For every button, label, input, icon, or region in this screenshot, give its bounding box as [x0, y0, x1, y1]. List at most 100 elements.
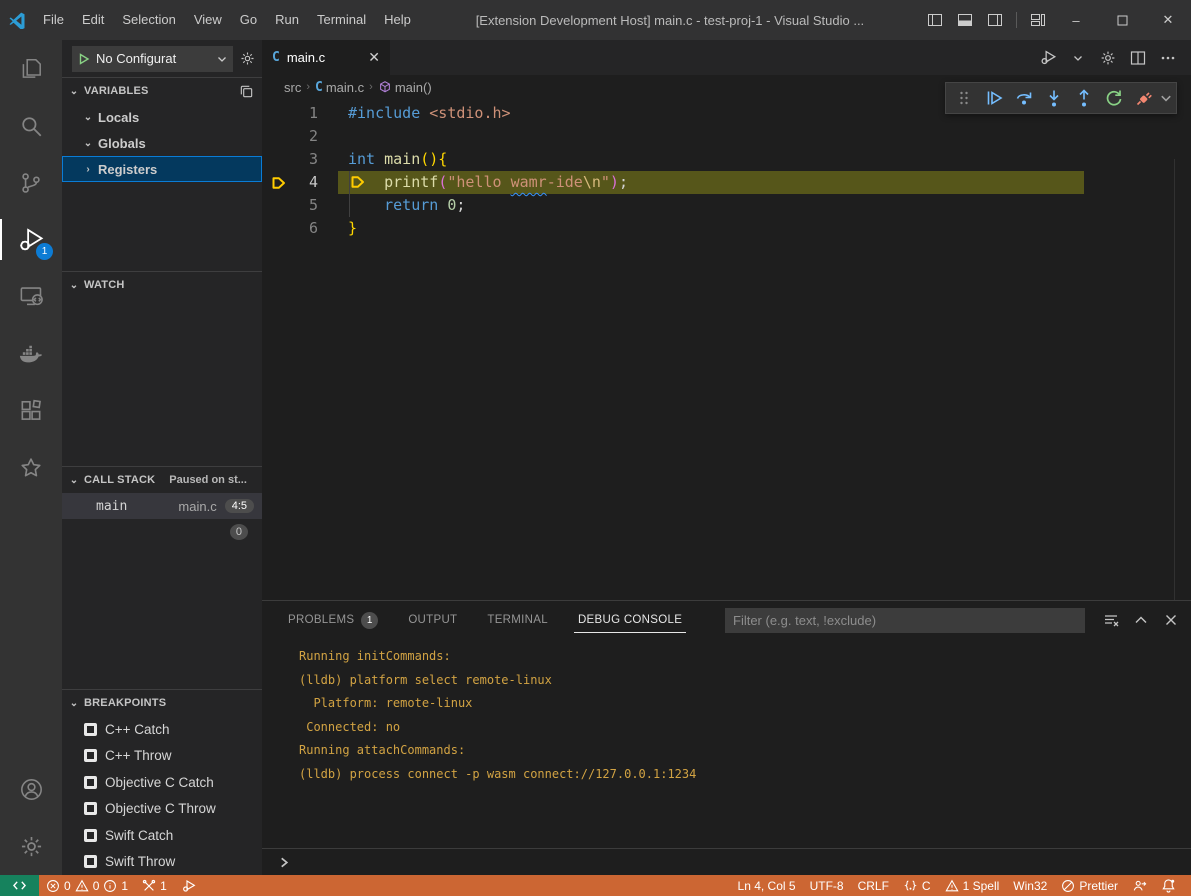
- breakpoints-header[interactable]: ⌄ BREAKPOINTS: [62, 690, 262, 716]
- notifications-bell-icon[interactable]: [1154, 875, 1183, 896]
- problems-status[interactable]: 0 0 1: [39, 875, 135, 896]
- debug-step-out-icon[interactable]: [1070, 84, 1098, 112]
- thread-row[interactable]: 0: [62, 519, 262, 545]
- customize-layout-icon[interactable]: [1023, 0, 1053, 40]
- breadcrumb-symbol[interactable]: main(): [395, 80, 432, 95]
- language-mode[interactable]: C: [896, 875, 938, 896]
- debug-step-into-icon[interactable]: [1040, 84, 1068, 112]
- activity-extensions-icon[interactable]: [0, 382, 62, 439]
- menu-view[interactable]: View: [185, 0, 231, 40]
- tab-terminal[interactable]: TERMINAL: [483, 601, 552, 639]
- menu-run[interactable]: Run: [266, 0, 308, 40]
- glyph-margin[interactable]: [262, 102, 296, 125]
- tab-main-c[interactable]: C main.c ✕: [262, 40, 390, 75]
- eol-status[interactable]: CRLF: [851, 875, 896, 896]
- breakpoint-cpp-catch[interactable]: C++ Catch: [62, 716, 262, 743]
- cursor-position[interactable]: Ln 4, Col 5: [731, 875, 803, 896]
- spell-checker-status[interactable]: 1 Spell: [938, 875, 1007, 896]
- debug-status-icon[interactable]: [174, 875, 204, 896]
- close-window-button[interactable]: ✕: [1145, 0, 1191, 40]
- breakpoint-cpp-throw[interactable]: C++ Throw: [62, 743, 262, 770]
- menu-go[interactable]: Go: [231, 0, 266, 40]
- code-line[interactable]: 2: [262, 125, 1191, 148]
- more-actions-icon[interactable]: [1155, 45, 1181, 71]
- split-editor-icon[interactable]: [1125, 45, 1151, 71]
- maximize-button[interactable]: [1099, 0, 1145, 40]
- activity-docker-icon[interactable]: [0, 325, 62, 382]
- glyph-margin[interactable]: [262, 125, 296, 148]
- menu-edit[interactable]: Edit: [73, 0, 113, 40]
- remote-indicator[interactable]: [0, 875, 39, 896]
- menu-selection[interactable]: Selection: [113, 0, 184, 40]
- platform-status[interactable]: Win32: [1006, 875, 1054, 896]
- glyph-margin[interactable]: [262, 148, 296, 171]
- editor-scrollbar[interactable]: [1174, 159, 1175, 600]
- toolbar-drag-grip[interactable]: [950, 84, 978, 112]
- account-icon[interactable]: [0, 761, 62, 818]
- watch-header[interactable]: ⌄ WATCH: [62, 272, 262, 298]
- tab-output[interactable]: OUTPUT: [404, 601, 461, 639]
- variables-item-registers[interactable]: › Registers: [62, 156, 262, 182]
- code-line[interactable]: 3int main(){: [262, 148, 1191, 171]
- feedback-icon[interactable]: [1125, 875, 1154, 896]
- checkbox-unchecked[interactable]: [84, 829, 97, 842]
- breakpoint-objc-throw[interactable]: Objective C Throw: [62, 796, 262, 823]
- maximize-panel-icon[interactable]: [1129, 608, 1153, 632]
- call-stack-header[interactable]: ⌄ CALL STACK Paused on st...: [62, 467, 262, 493]
- code-line[interactable]: 5 return 0;: [262, 194, 1191, 217]
- breakpoint-objc-catch[interactable]: Objective C Catch: [62, 769, 262, 796]
- stack-frame-row[interactable]: main main.c 4:5: [62, 493, 262, 519]
- debug-console-input[interactable]: [262, 848, 1191, 875]
- console-filter-input[interactable]: [725, 608, 1085, 633]
- settings-gear-icon[interactable]: [0, 818, 62, 875]
- activity-source-control-icon[interactable]: [0, 154, 62, 211]
- code-line-current[interactable]: 4 printf("hello wamr-ide\n");: [262, 171, 1191, 194]
- run-or-debug-button[interactable]: [1035, 45, 1061, 71]
- encoding-status[interactable]: UTF-8: [803, 875, 851, 896]
- toggle-sidebar-icon[interactable]: [920, 0, 950, 40]
- glyph-margin[interactable]: [262, 217, 296, 240]
- breakpoint-swift-throw[interactable]: Swift Throw: [62, 849, 262, 876]
- editor-settings-gear-icon[interactable]: [1095, 45, 1121, 71]
- menu-help[interactable]: Help: [375, 0, 420, 40]
- debug-configuration-dropdown[interactable]: No Configurat: [72, 46, 233, 72]
- checkbox-unchecked[interactable]: [84, 749, 97, 762]
- checkbox-unchecked[interactable]: [84, 776, 97, 789]
- activity-explorer-icon[interactable]: [0, 40, 62, 97]
- formatter-status[interactable]: Prettier: [1054, 875, 1125, 896]
- ports-status[interactable]: 1: [135, 875, 174, 896]
- checkbox-unchecked[interactable]: [84, 802, 97, 815]
- breakpoint-swift-catch[interactable]: Swift Catch: [62, 822, 262, 849]
- activity-search-icon[interactable]: [0, 97, 62, 154]
- glyph-margin[interactable]: [262, 194, 296, 217]
- tab-debug-console[interactable]: DEBUG CONSOLE: [574, 601, 686, 639]
- chevron-down-icon[interactable]: [1160, 92, 1172, 104]
- menu-file[interactable]: File: [34, 0, 73, 40]
- debug-disconnect-icon[interactable]: [1130, 84, 1158, 112]
- close-tab-icon[interactable]: ✕: [368, 49, 380, 66]
- variables-item-locals[interactable]: ⌄ Locals: [62, 104, 262, 130]
- variables-header[interactable]: ⌄ VARIABLES: [62, 78, 262, 104]
- toggle-secondary-sidebar-icon[interactable]: [980, 0, 1010, 40]
- activity-favorites-star-icon[interactable]: [0, 439, 62, 496]
- menu-terminal[interactable]: Terminal: [308, 0, 375, 40]
- variables-item-globals[interactable]: ⌄ Globals: [62, 130, 262, 156]
- breadcrumb-src[interactable]: src: [284, 80, 301, 95]
- activity-run-and-debug-icon[interactable]: 1: [0, 211, 62, 268]
- tab-problems[interactable]: PROBLEMS 1: [284, 601, 382, 639]
- breadcrumb-file[interactable]: main.c: [326, 80, 364, 95]
- toggle-panel-icon[interactable]: [950, 0, 980, 40]
- open-launch-config-gear-icon[interactable]: [239, 50, 256, 67]
- code-editor[interactable]: 1#include <stdio.h>23int main(){4 printf…: [262, 99, 1191, 600]
- activity-remote-explorer-icon[interactable]: [0, 268, 62, 325]
- clear-console-icon[interactable]: [1099, 608, 1123, 632]
- copy-value-icon[interactable]: [239, 84, 254, 99]
- debug-restart-icon[interactable]: [1100, 84, 1128, 112]
- close-panel-icon[interactable]: [1159, 608, 1183, 632]
- checkbox-unchecked[interactable]: [84, 723, 97, 736]
- code-line[interactable]: 6}: [262, 217, 1191, 240]
- debug-continue-icon[interactable]: [980, 84, 1008, 112]
- debug-stackframe-arrow-icon[interactable]: [262, 171, 296, 194]
- debug-step-over-icon[interactable]: [1010, 84, 1038, 112]
- chevron-down-icon[interactable]: [1065, 45, 1091, 71]
